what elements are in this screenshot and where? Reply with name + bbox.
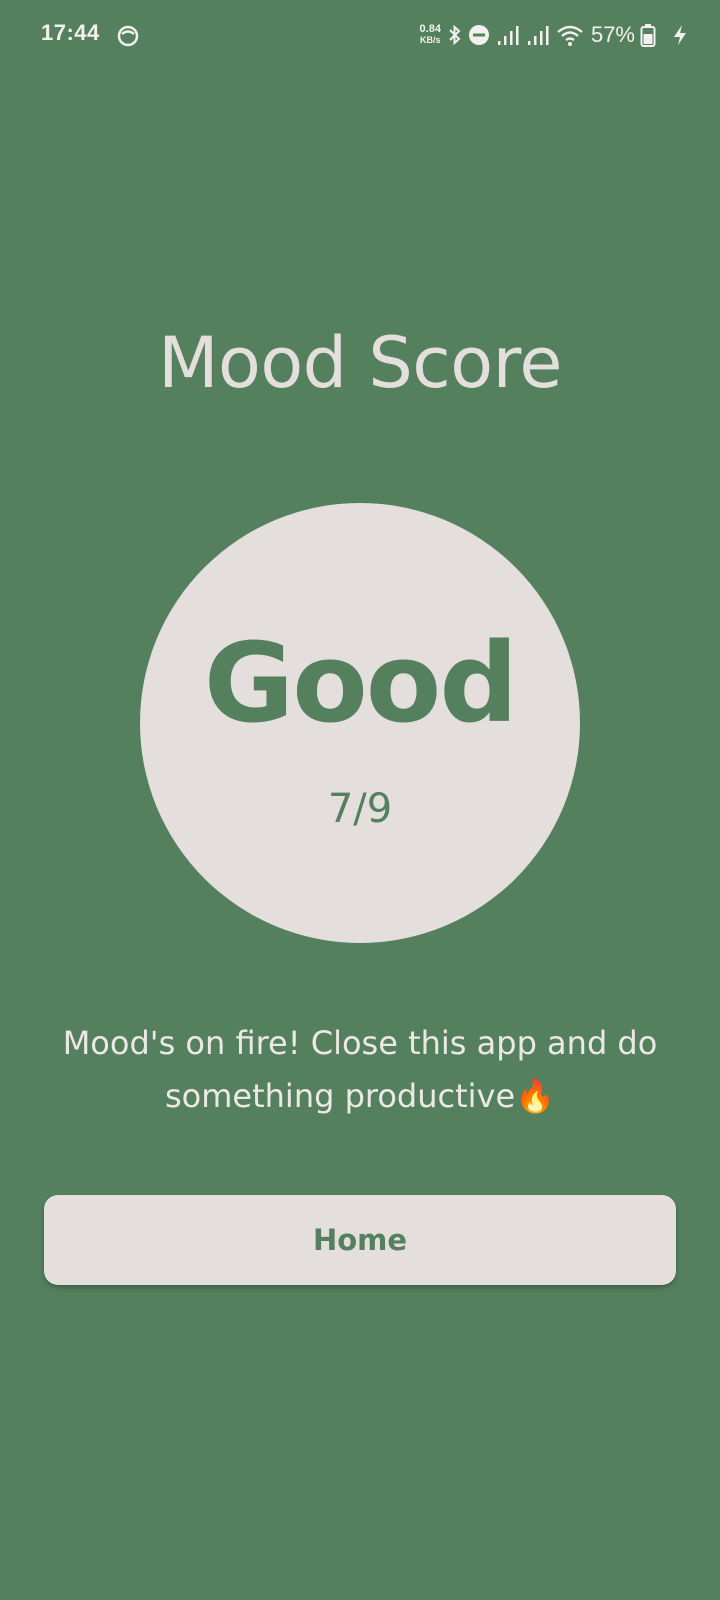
network-speed: 0.84 KB/s bbox=[420, 24, 441, 46]
score-circle: Good 7/9 bbox=[140, 503, 580, 943]
status-time: 17:44 bbox=[41, 20, 100, 45]
page-title: Mood Score bbox=[158, 322, 562, 404]
app-notification-icon bbox=[117, 25, 139, 47]
mood-score-fraction: 7/9 bbox=[327, 786, 393, 832]
status-bar: 17:44 0.84 KB/s 57% bbox=[0, 0, 720, 70]
battery-icon bbox=[640, 24, 656, 47]
status-icons: 0.84 KB/s 57% bbox=[420, 16, 692, 54]
mood-message: Mood's on fire! Close this app and do so… bbox=[62, 1024, 658, 1115]
network-speed-value: 0.84 bbox=[419, 23, 441, 35]
do-not-disturb-icon bbox=[468, 25, 489, 45]
bluetooth-icon bbox=[449, 24, 461, 46]
signal-icon bbox=[527, 26, 549, 45]
mood-score-label: Good bbox=[203, 619, 518, 747]
network-speed-unit: KB/s bbox=[419, 35, 441, 45]
battery-percent: 57% bbox=[590, 22, 635, 47]
wifi-icon bbox=[557, 25, 583, 46]
home-button[interactable]: Home bbox=[44, 1195, 676, 1285]
charging-icon bbox=[674, 25, 686, 45]
signal-icon bbox=[497, 26, 519, 45]
